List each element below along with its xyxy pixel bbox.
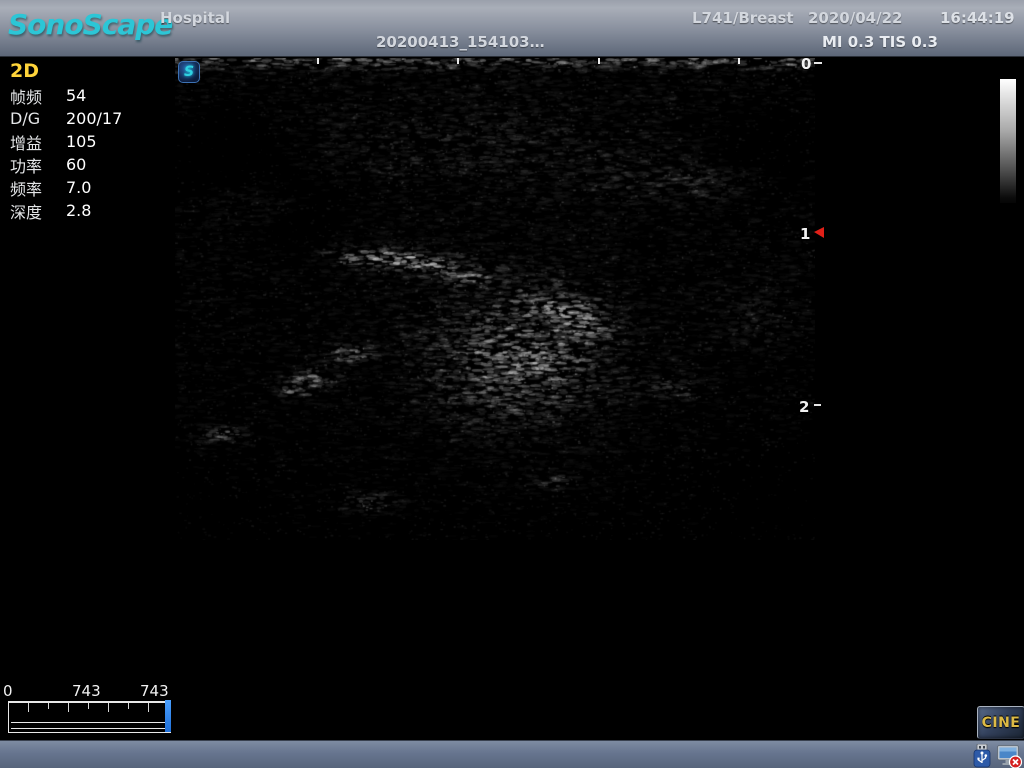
param-value: 60 (66, 155, 86, 174)
param-row-depth: 深度 2.8 (10, 199, 170, 222)
param-label: 频率 (10, 176, 66, 200)
width-scale-tick (457, 58, 459, 64)
param-row-framerate: 帧频 54 (10, 84, 170, 107)
cine-track-line (11, 722, 168, 729)
depth-ruler-label-1: 1 (800, 225, 810, 243)
top-bar: SonoScape Hospital 20200413_154103… L741… (0, 0, 1024, 57)
cine-frame-labels: 0 743 743 (0, 682, 200, 700)
param-value: 2.8 (66, 201, 91, 220)
task-bar (0, 740, 1024, 768)
cine-current-frame: 743 (72, 682, 101, 700)
sonoscape-logo: SonoScape (8, 8, 172, 41)
depth-ruler-label-0: 0 (801, 55, 811, 73)
width-scale-tick (738, 58, 740, 64)
ultrasound-screen: SonoScape Hospital 20200413_154103… L741… (0, 0, 1024, 768)
width-scale-tick (317, 58, 319, 64)
cine-button[interactable]: CINE (977, 706, 1024, 739)
exam-date: 2020/04/22 (808, 9, 902, 27)
cine-scrubber-track[interactable] (8, 701, 171, 733)
acoustic-output: MI 0.3 TIS 0.3 (822, 33, 938, 51)
mode-label: 2D (10, 60, 170, 84)
network-error-icon[interactable] (996, 744, 1023, 768)
cine-position-cursor[interactable] (165, 700, 171, 732)
cine-tick (68, 703, 69, 712)
depth-ruler-tick (814, 62, 822, 64)
param-label: D/G (10, 109, 66, 128)
b-mode-badge-icon: S (178, 61, 200, 83)
cine-tick (108, 703, 109, 712)
param-value: 105 (66, 132, 97, 151)
usb-icon[interactable] (972, 744, 992, 768)
probe-preset: L741/Breast (692, 9, 794, 27)
param-label: 帧频 (10, 84, 66, 108)
param-row-frequency: 频率 7.0 (10, 176, 170, 199)
param-value: 54 (66, 86, 86, 105)
b-mode-image (175, 58, 815, 540)
b-mode-badge-glyph: S (184, 64, 194, 80)
width-scale-tick (598, 58, 600, 64)
cine-total-frames: 743 (140, 682, 169, 700)
parameter-panel: 2D 帧频 54 D/G 200/17 增益 105 功率 60 频率 7.0 … (10, 60, 170, 222)
param-row-gain: 增益 105 (10, 130, 170, 153)
cine-tick (148, 703, 149, 712)
param-value: 200/17 (66, 109, 122, 128)
param-label: 增益 (10, 130, 66, 154)
cine-tick (28, 703, 29, 712)
depth-ruler-label-2: 2 (799, 398, 809, 416)
param-value: 7.0 (66, 178, 91, 197)
depth-ruler-tick (814, 404, 821, 406)
param-row-power: 功率 60 (10, 153, 170, 176)
cine-tick (128, 703, 129, 709)
param-label: 深度 (10, 199, 66, 223)
hospital-name: Hospital (160, 9, 230, 27)
cine-tick (88, 703, 89, 709)
ultrasound-image: S (175, 58, 815, 540)
cine-tick (48, 703, 49, 709)
param-label: 功率 (10, 153, 66, 177)
cine-range-start: 0 (3, 682, 13, 700)
exam-time: 16:44:19 (940, 9, 1015, 27)
param-row-dg: D/G 200/17 (10, 107, 170, 130)
study-id: 20200413_154103… (376, 33, 545, 51)
focus-arrow-icon (814, 227, 824, 238)
cine-button-label: CINE (982, 715, 1021, 731)
grayscale-map-bar (1000, 79, 1016, 203)
